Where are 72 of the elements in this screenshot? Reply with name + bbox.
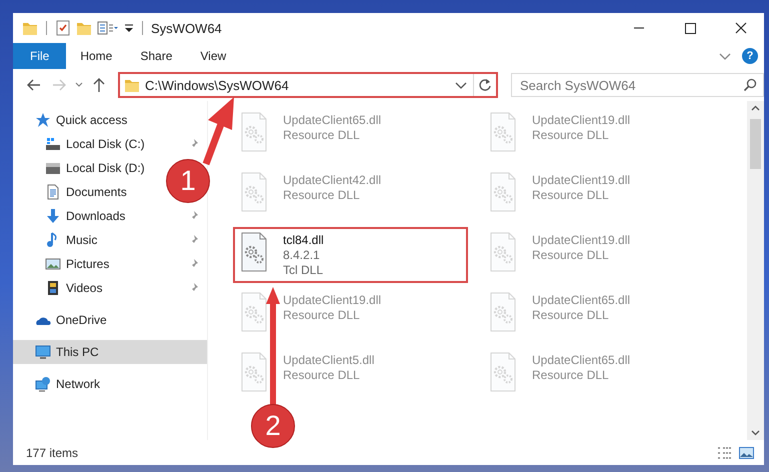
ribbon-tab[interactable]: Home <box>66 43 126 69</box>
file-name: UpdateClient42.dll <box>283 172 382 188</box>
sidebar-item[interactable]: Videos <box>13 276 207 300</box>
gear-file-icon <box>239 232 269 272</box>
help-button[interactable]: ? <box>742 48 758 64</box>
gear-file-icon <box>488 232 518 272</box>
file-name: UpdateClient19.dll <box>283 292 382 308</box>
scrollbar-thumb[interactable] <box>750 119 761 169</box>
file-name: UpdateClient19.dll <box>532 112 630 128</box>
sidebar-item[interactable]: Local Disk (C:) <box>13 132 207 156</box>
document-icon <box>45 184 61 200</box>
sidebar-item[interactable]: Downloads <box>13 204 207 228</box>
file-type: Resource DLL <box>532 368 610 383</box>
address-bar[interactable]: C:\Windows\SysWOW64 <box>118 72 498 98</box>
file-name: UpdateClient65.dll <box>532 292 630 308</box>
ribbon-tab[interactable]: View <box>186 43 240 69</box>
item-count: 177 items <box>26 446 78 460</box>
gear-file-icon <box>239 112 269 152</box>
file-type: Resource DLL <box>283 188 361 203</box>
file-name: UpdateClient5.dll <box>283 352 374 368</box>
file-version: 8.4.2.1 <box>283 248 321 263</box>
file-type: Resource DLL <box>283 368 361 383</box>
sidebar-item[interactable]: Documents <box>13 180 140 204</box>
arrow-annotation <box>202 97 234 166</box>
gear-file-icon <box>488 172 518 212</box>
drive-icon <box>45 160 61 176</box>
sidebar-item[interactable]: Music <box>13 228 207 252</box>
window-title: SysWOW64 <box>151 20 222 36</box>
checklist-icon[interactable] <box>55 20 71 36</box>
file-type: Resource DLL <box>532 248 610 263</box>
monitor-icon <box>35 344 51 360</box>
ribbon-tab[interactable]: Share <box>126 43 186 69</box>
down-arrow-icon <box>45 208 61 224</box>
file-type: Tcl DLL <box>283 263 324 278</box>
sidebar-item[interactable]: Local Disk (D:) <box>13 156 158 180</box>
file-tab[interactable]: File <box>13 43 66 69</box>
refresh-icon <box>478 78 492 92</box>
star-icon <box>35 112 51 128</box>
search-icon[interactable] <box>743 78 757 92</box>
film-icon <box>45 280 61 296</box>
gear-file-icon <box>488 352 518 392</box>
gear-file-icon <box>239 172 269 212</box>
file-name: UpdateClient19.dll <box>532 232 630 248</box>
gear-file-icon <box>239 352 269 392</box>
file-name: tcl84.dll <box>283 232 324 248</box>
search-field[interactable]: Search SysWOW64 <box>511 73 764 97</box>
gear-file-icon <box>488 292 518 332</box>
picture-icon <box>45 256 61 272</box>
gear-file-icon <box>239 292 269 332</box>
properties-icon[interactable] <box>97 20 119 36</box>
sidebar-item[interactable]: Pictures <box>13 252 207 276</box>
drive-icon <box>45 136 61 152</box>
large-icons-view-icon[interactable] <box>738 444 756 460</box>
address-path: C:\Windows\SysWOW64 <box>145 78 289 92</box>
folder-icon <box>22 20 38 36</box>
sidebar-item[interactable]: OneDrive <box>13 308 207 332</box>
file-type: Resource DLL <box>283 308 361 323</box>
gear-file-icon <box>488 112 518 152</box>
file-item[interactable]: tcl84.dll 8.4.2.1 Tcl DLL <box>233 227 468 283</box>
network-icon <box>35 376 51 392</box>
details-view-icon[interactable] <box>716 444 734 460</box>
sidebar-item[interactable]: Network <box>13 372 207 396</box>
folder-icon <box>124 77 140 93</box>
sidebar-item[interactable]: This PC <box>13 340 207 364</box>
file-type: Resource DLL <box>532 128 610 143</box>
file-type: Resource DLL <box>532 308 610 323</box>
file-type: Resource DLL <box>283 128 361 143</box>
file-type: Resource DLL <box>532 188 610 203</box>
sidebar-item[interactable]: Quick access <box>13 108 207 132</box>
file-name: UpdateClient19.dll <box>532 172 630 188</box>
file-name: UpdateClient65.dll <box>283 112 382 128</box>
file-name: UpdateClient65.dll <box>532 352 630 368</box>
